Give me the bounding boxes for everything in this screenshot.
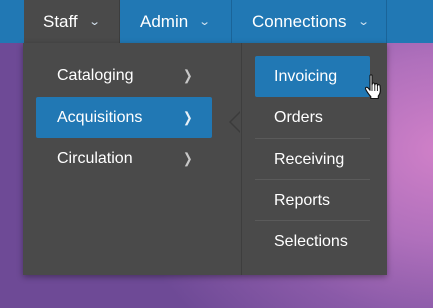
submenu-item-orders-label: Orders: [274, 108, 323, 126]
menu-item-cataloging[interactable]: Cataloging ❯: [36, 55, 212, 96]
submenu-caret-fill: [231, 112, 241, 132]
submenu-item-receiving[interactable]: Receiving: [255, 139, 370, 180]
chevron-right-icon: ❯: [183, 67, 193, 83]
submenu-item-orders[interactable]: Orders: [255, 97, 370, 138]
menu-item-acquisitions[interactable]: Acquisitions ❯: [36, 97, 212, 138]
menu-item-circulation-label: Circulation: [57, 149, 133, 167]
submenu-item-invoicing-label: Invoicing: [274, 67, 338, 85]
nav-tab-admin[interactable]: Admin ⌄: [120, 0, 232, 43]
nav-tab-connections[interactable]: Connections ⌄: [232, 0, 387, 43]
chevron-down-icon: ⌄: [356, 16, 370, 28]
submenu-item-receiving-label: Receiving: [274, 150, 345, 168]
menu-item-acquisitions-label: Acquisitions: [57, 108, 143, 126]
chevron-down-icon: ⌄: [198, 16, 212, 28]
nav-tab-staff-label: Staff: [43, 11, 78, 31]
chevron-down-icon: ⌄: [88, 16, 101, 28]
nav-tab-admin-label: Admin: [140, 11, 189, 31]
submenu-divider: [241, 43, 242, 275]
hand-pointer-icon: [364, 74, 381, 100]
top-navbar: Staff ⌄ Admin ⌄ Connections ⌄: [0, 0, 433, 43]
submenu-item-selections[interactable]: Selections: [255, 221, 370, 262]
chevron-right-icon: ❯: [183, 109, 193, 125]
submenu-item-selections-label: Selections: [274, 232, 348, 250]
submenu-item-reports[interactable]: Reports: [255, 180, 370, 221]
submenu-item-invoicing[interactable]: Invoicing: [255, 56, 370, 97]
submenu-item-reports-label: Reports: [274, 191, 331, 209]
chevron-right-icon: ❯: [183, 150, 193, 166]
menu-item-cataloging-label: Cataloging: [57, 66, 134, 84]
menu-item-circulation[interactable]: Circulation ❯: [36, 138, 212, 179]
nav-tab-staff[interactable]: Staff ⌄: [24, 0, 120, 43]
nav-tab-connections-label: Connections: [252, 11, 347, 31]
